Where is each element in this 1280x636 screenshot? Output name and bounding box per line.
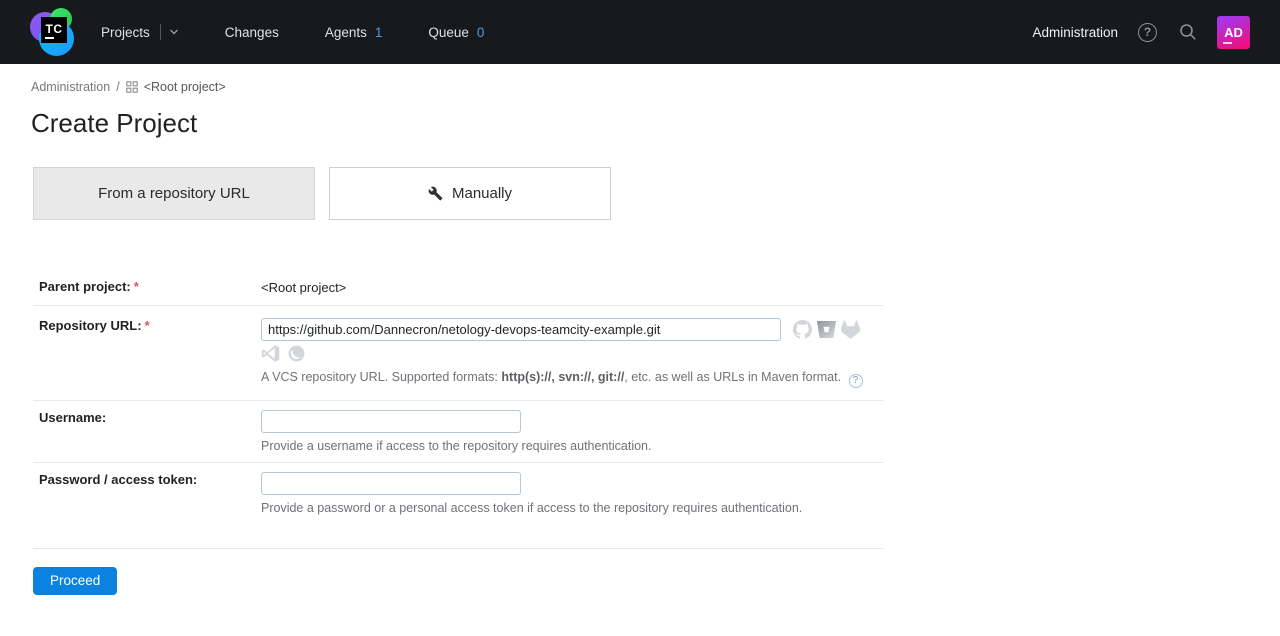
help-icon: ? <box>1138 23 1157 42</box>
nav-agents[interactable]: Agents 1 <box>325 25 383 40</box>
required-asterisk: * <box>145 318 150 333</box>
password-label: Password / access token: <box>39 472 197 487</box>
password-note: Provide a password or a personal access … <box>261 501 884 515</box>
vcs-provider-icons <box>793 320 860 339</box>
nav-queue-label: Queue <box>428 25 469 40</box>
nav-changes[interactable]: Changes <box>225 25 279 40</box>
parent-project-label: Parent project: <box>39 279 131 294</box>
space-icon <box>287 344 306 363</box>
breadcrumb-separator: / <box>116 80 119 94</box>
tab-from-repository-url[interactable]: From a repository URL <box>33 167 315 220</box>
breadcrumb-administration[interactable]: Administration <box>31 80 110 94</box>
password-label-cell: Password / access token: <box>33 472 261 515</box>
create-mode-tabs: From a repository URL Manually <box>33 167 1280 220</box>
repository-url-row: Repository URL:* <box>33 306 884 401</box>
main-nav: Projects Changes Agents 1 Queue 0 <box>101 24 484 40</box>
username-note: Provide a username if access to the repo… <box>261 439 884 453</box>
repository-url-label-cell: Repository URL:* <box>33 318 261 388</box>
top-header: TC Projects Changes Agents 1 Queue 0 Adm… <box>0 0 1280 64</box>
nav-projects-label: Projects <box>101 25 150 40</box>
github-icon <box>793 320 812 339</box>
note-suffix: , etc. as well as URLs in Maven format. <box>624 370 841 384</box>
page-title: Create Project <box>31 108 1280 139</box>
search-icon <box>1178 22 1198 42</box>
note-formats: http(s)://, svn://, git:// <box>501 370 624 384</box>
url-help-icon[interactable]: ? <box>849 374 863 388</box>
repository-url-note: A VCS repository URL. Supported formats:… <box>261 370 884 388</box>
nav-agents-label: Agents <box>325 25 367 40</box>
username-label-cell: Username: <box>33 410 261 453</box>
nav-projects[interactable]: Projects <box>101 24 179 40</box>
logo-tc-mark: TC <box>41 17 67 43</box>
nav-changes-label: Changes <box>225 25 279 40</box>
search-button[interactable] <box>1177 22 1198 43</box>
teamcity-logo[interactable]: TC <box>30 8 78 56</box>
avatar-initials: AD <box>1224 25 1243 40</box>
password-row: Password / access token: Provide a passw… <box>33 463 884 549</box>
username-label: Username: <box>39 410 106 425</box>
help-button[interactable]: ? <box>1137 22 1158 43</box>
tab-from-url-label: From a repository URL <box>98 185 250 202</box>
username-row: Username: Provide a username if access t… <box>33 401 884 463</box>
breadcrumb-root-project[interactable]: <Root project> <box>144 80 226 94</box>
tab-manually[interactable]: Manually <box>329 167 611 220</box>
header-right-section: Administration ? AD <box>1032 16 1250 49</box>
queue-count-badge: 0 <box>477 25 485 40</box>
agents-count-badge: 1 <box>375 25 383 40</box>
azure-devops-icon <box>261 344 280 363</box>
project-grid-icon <box>126 81 138 93</box>
gitlab-icon <box>841 320 860 339</box>
parent-project-value: <Root project> <box>261 279 884 295</box>
logo-underscore <box>45 37 54 39</box>
repository-url-label: Repository URL: <box>39 318 142 333</box>
bitbucket-icon <box>817 320 836 339</box>
username-input[interactable] <box>261 410 521 433</box>
nav-queue[interactable]: Queue 0 <box>428 25 484 40</box>
wrench-icon <box>428 186 443 201</box>
create-project-form: Parent project:* <Root project> Reposito… <box>33 269 884 549</box>
repository-url-input[interactable] <box>261 318 781 341</box>
proceed-button[interactable]: Proceed <box>33 567 117 595</box>
required-asterisk: * <box>134 279 139 294</box>
tab-manually-label: Manually <box>452 185 512 202</box>
breadcrumb: Administration / <Root project> <box>31 80 1280 94</box>
parent-project-row: Parent project:* <Root project> <box>33 269 884 306</box>
vcs-provider-icons-secondary <box>261 344 884 363</box>
note-prefix: A VCS repository URL. Supported formats: <box>261 370 501 384</box>
chevron-down-icon[interactable] <box>169 27 179 37</box>
password-input[interactable] <box>261 472 521 495</box>
avatar-underscore <box>1223 42 1232 44</box>
user-avatar[interactable]: AD <box>1217 16 1250 49</box>
administration-link[interactable]: Administration <box>1032 25 1118 40</box>
parent-project-label-cell: Parent project:* <box>33 279 261 295</box>
nav-separator <box>160 24 161 40</box>
